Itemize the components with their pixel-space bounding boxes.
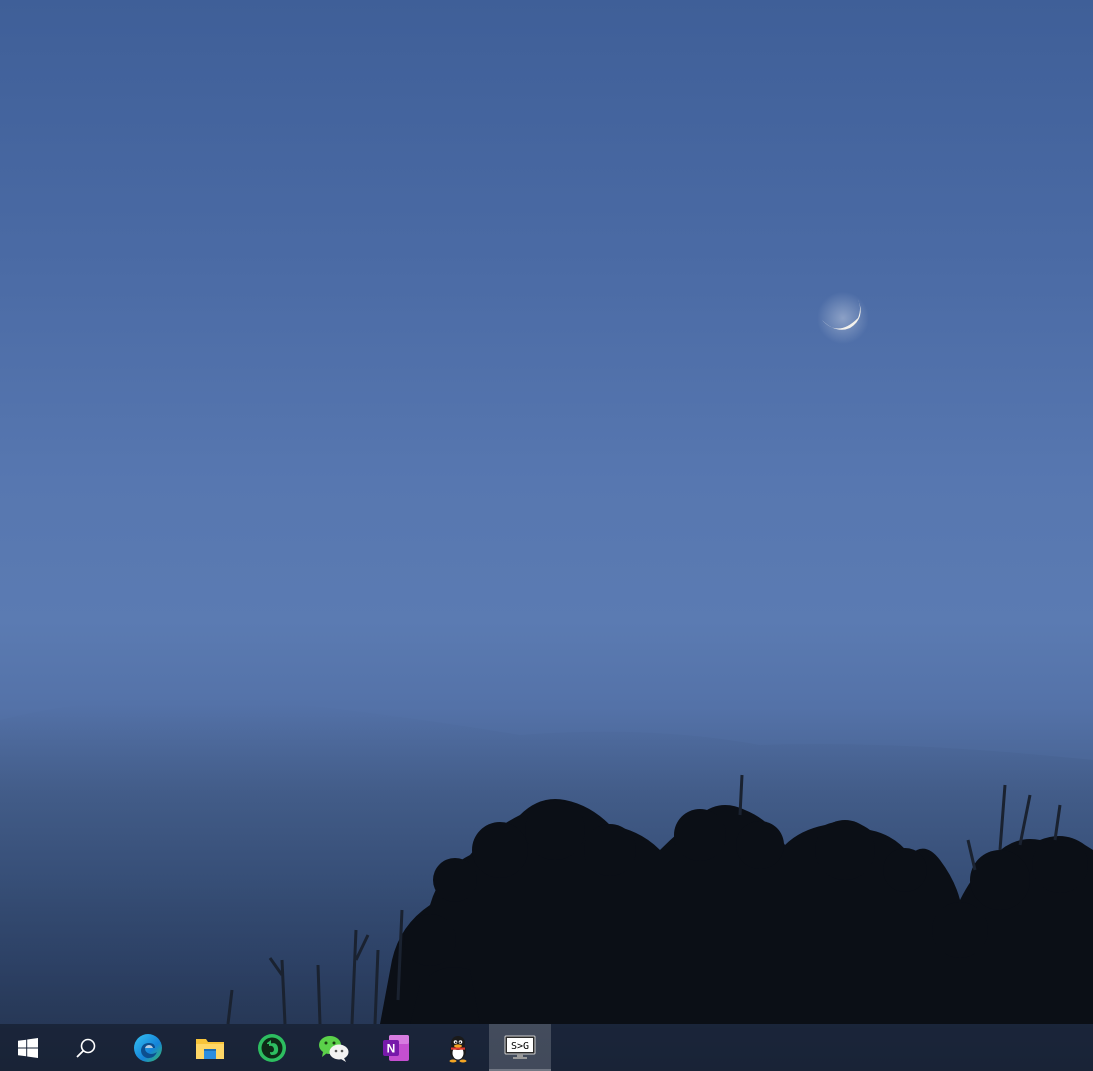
desktop: N S>G <box>0 0 1093 1071</box>
onenote-badge: N <box>387 1041 396 1055</box>
wechat-icon <box>319 1035 349 1062</box>
qq-icon <box>449 1035 467 1062</box>
taskbar-app-wechat[interactable] <box>303 1024 365 1071</box>
file-explorer-icon <box>196 1038 224 1059</box>
taskbar-app-edge[interactable] <box>117 1024 179 1071</box>
taskbar-app-qq[interactable] <box>427 1024 489 1071</box>
start-button[interactable] <box>0 1024 55 1071</box>
search-icon <box>76 1038 96 1058</box>
crescent-moon-icon <box>817 292 869 344</box>
taskbar-app-file-explorer[interactable] <box>179 1024 241 1071</box>
search-button[interactable] <box>55 1024 117 1071</box>
taskbar: N S>G <box>0 1024 1093 1071</box>
taskbar-app-onenote[interactable]: N <box>365 1024 427 1071</box>
edge-icon <box>134 1033 162 1062</box>
taskbar-app-evernote[interactable] <box>241 1024 303 1071</box>
windows-logo-icon <box>17 1037 38 1058</box>
onenote-icon: N <box>383 1034 409 1061</box>
sg-monitor-label: S>G <box>511 1041 529 1052</box>
evernote-icon <box>258 1033 286 1062</box>
sg-monitor-icon: S>G <box>504 1035 536 1059</box>
wallpaper <box>0 292 1093 1071</box>
taskbar-app-sg-monitor[interactable]: S>G <box>489 1024 551 1071</box>
